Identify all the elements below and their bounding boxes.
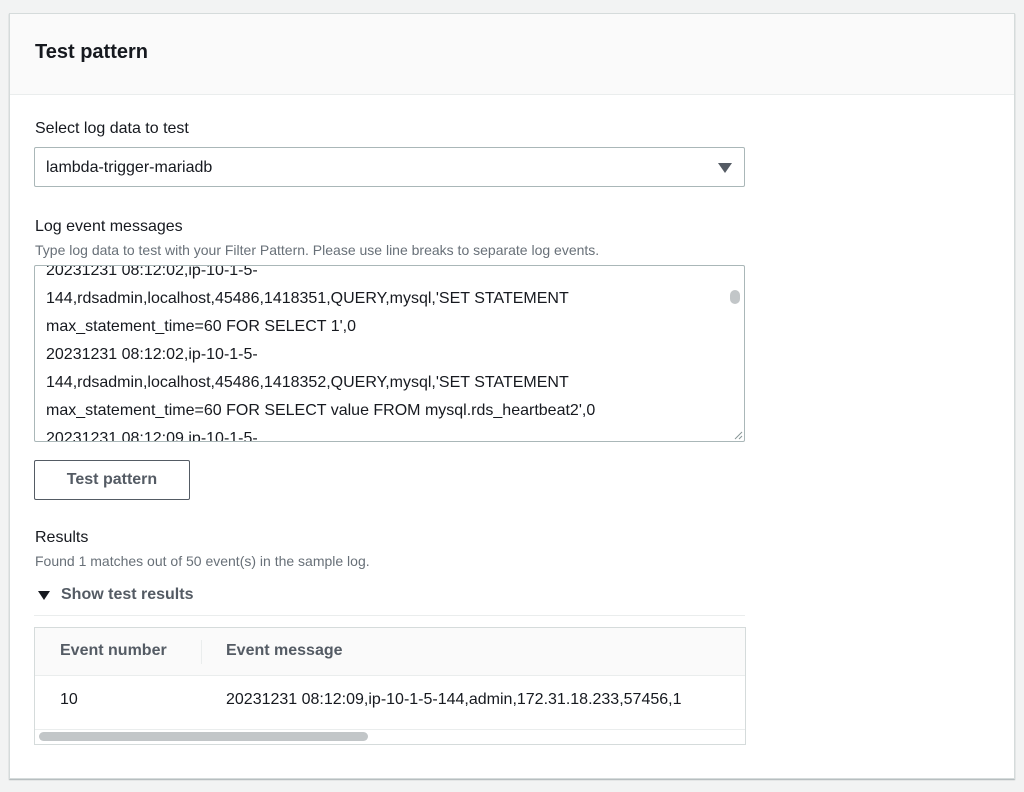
table-horizontal-scrollbar[interactable] xyxy=(35,729,745,744)
textarea-scrollbar-thumb[interactable] xyxy=(730,290,740,304)
panel-title: Test pattern xyxy=(35,41,148,63)
log-line: 144,rdsadmin,localhost,45486,1418352,QUE… xyxy=(46,374,569,391)
column-header-event-message[interactable]: Event message xyxy=(226,642,343,660)
results-label: Results xyxy=(35,529,89,546)
log-events-description: Type log data to test with your Filter P… xyxy=(35,242,600,258)
table-scrollbar-thumb[interactable] xyxy=(39,732,368,741)
test-pattern-panel: Test pattern Select log data to test lam… xyxy=(9,13,1015,779)
column-divider xyxy=(201,640,202,664)
divider xyxy=(34,615,745,616)
caret-down-icon xyxy=(718,163,732,173)
column-header-event-number[interactable]: Event number xyxy=(60,642,167,660)
log-data-label: Select log data to test xyxy=(35,120,189,137)
log-line: 144,rdsadmin,localhost,45486,1418351,QUE… xyxy=(46,290,569,307)
caret-down-icon xyxy=(38,591,50,600)
test-pattern-button[interactable]: Test pattern xyxy=(34,460,190,500)
panel-header xyxy=(10,14,1014,95)
log-events-content: 20231231 08:12:02,ip-10-1-5- 144,rdsadmi… xyxy=(46,265,726,442)
results-summary: Found 1 matches out of 50 event(s) in th… xyxy=(35,553,370,569)
cell-event-message: 20231231 08:12:09,ip-10-1-5-144,admin,17… xyxy=(226,691,682,708)
log-line: max_statement_time=60 FOR SELECT 1',0 xyxy=(46,318,357,335)
log-line: 20231231 08:12:09,ip-10-1-5- xyxy=(46,430,258,442)
log-events-label: Log event messages xyxy=(35,218,183,235)
show-test-results-label: Show test results xyxy=(61,586,194,603)
log-data-select-value: lambda-trigger-mariadb xyxy=(46,159,213,176)
table-header: Event number Event message xyxy=(35,628,745,676)
show-test-results-toggle[interactable]: Show test results xyxy=(38,586,193,604)
cell-event-number: 10 xyxy=(60,691,78,708)
log-line: max_statement_time=60 FOR SELECT value F… xyxy=(46,402,596,419)
resize-handle-icon[interactable] xyxy=(733,430,743,440)
log-data-select[interactable]: lambda-trigger-mariadb xyxy=(34,147,745,187)
log-line: 20231231 08:12:02,ip-10-1-5- xyxy=(46,346,258,363)
results-table: Event number Event message 10 20231231 0… xyxy=(34,627,746,745)
log-events-textarea[interactable]: 20231231 08:12:02,ip-10-1-5- 144,rdsadmi… xyxy=(34,265,745,442)
log-line: 20231231 08:12:02,ip-10-1-5- xyxy=(46,265,258,279)
